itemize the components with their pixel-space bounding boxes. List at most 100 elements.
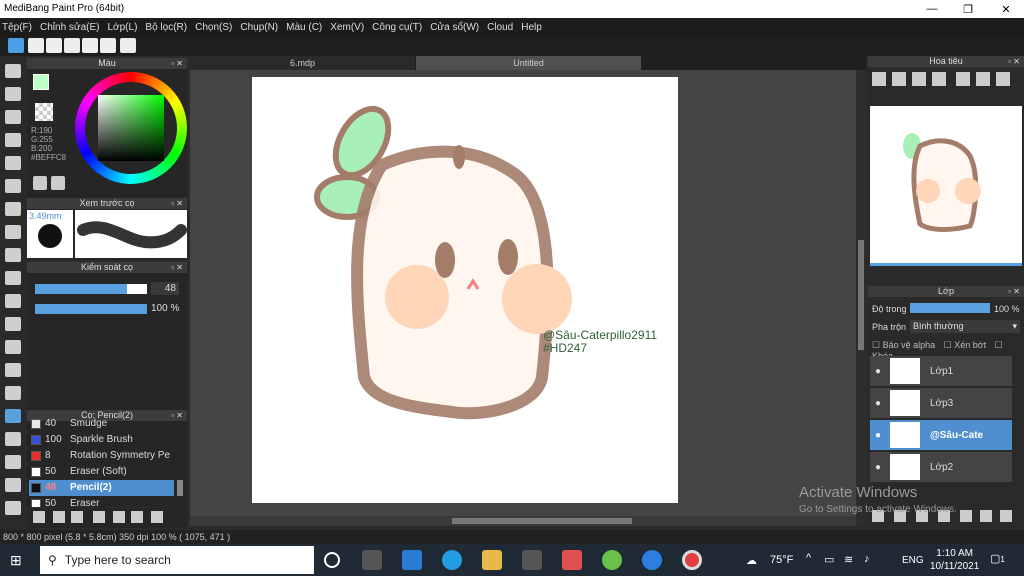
taskbar-search[interactable]: ⚲ Type here to search xyxy=(40,546,314,574)
bucket-icon[interactable] xyxy=(5,248,21,262)
add-brush-icon[interactable] xyxy=(71,511,83,523)
game-icon[interactable] xyxy=(602,550,622,570)
gradient-icon[interactable] xyxy=(5,271,21,285)
rotate-left-icon[interactable] xyxy=(956,72,970,86)
hand-drag-icon[interactable] xyxy=(5,432,21,446)
redo-icon[interactable] xyxy=(5,87,21,101)
undo-icon[interactable] xyxy=(5,64,21,78)
maximize-button[interactable]: ❐ xyxy=(950,0,986,18)
brush-list-item[interactable]: 50 Eraser (Soft) xyxy=(29,464,174,480)
pen-icon[interactable] xyxy=(5,455,21,469)
menu-item[interactable]: Công cụ(T) xyxy=(372,22,422,33)
menu-item[interactable]: Lớp(L) xyxy=(108,22,138,33)
tab-6mdp[interactable]: 6.mdp xyxy=(190,56,415,70)
lock-checkbox[interactable]: ☐ xyxy=(995,340,1003,350)
saturation-square[interactable] xyxy=(98,95,164,161)
brush-icon[interactable] xyxy=(5,110,21,124)
color-wheel[interactable] xyxy=(75,72,187,184)
chat-icon[interactable] xyxy=(64,38,80,53)
transparent-color-swatch[interactable] xyxy=(35,103,53,121)
layer-duplicate-icon[interactable] xyxy=(980,510,992,522)
brush-list-scrollbar[interactable] xyxy=(177,480,183,496)
new-brush-icon[interactable] xyxy=(53,511,65,523)
weather-icon[interactable]: ☁ xyxy=(746,554,757,567)
brush-list-item[interactable]: 100 Sparkle Brush xyxy=(29,432,174,448)
rectangle-icon[interactable] xyxy=(5,156,21,170)
text-icon[interactable] xyxy=(5,409,21,423)
menu-item[interactable]: Xem(V) xyxy=(330,22,364,33)
zoom-out-icon[interactable] xyxy=(892,72,906,86)
store-icon[interactable] xyxy=(522,550,542,570)
clipping-checkbox[interactable]: ☐ xyxy=(944,340,955,350)
menu-item[interactable]: Cửa sổ(W) xyxy=(430,22,479,33)
grid-icon[interactable] xyxy=(120,38,136,53)
color-settings-icon[interactable] xyxy=(51,176,65,190)
brush-size-slider[interactable] xyxy=(35,284,147,294)
menu-item[interactable]: Chọn(S) xyxy=(195,22,232,33)
move-icon[interactable] xyxy=(5,202,21,216)
chrome-icon[interactable] xyxy=(682,550,702,570)
close-button[interactable]: ✕ xyxy=(988,0,1024,18)
edge-icon[interactable] xyxy=(442,550,462,570)
horizontal-scrollbar[interactable] xyxy=(190,516,856,526)
hand-icon[interactable] xyxy=(5,501,21,515)
fill-rect-icon[interactable] xyxy=(5,225,21,239)
primary-color-swatch[interactable] xyxy=(33,74,49,90)
dot-icon[interactable] xyxy=(5,179,21,193)
fit-icon[interactable] xyxy=(912,72,926,86)
comment-icon[interactable] xyxy=(46,38,62,53)
list-icon[interactable] xyxy=(100,38,116,53)
page-icon[interactable] xyxy=(82,38,98,53)
volume-icon[interactable]: ♪ xyxy=(864,553,870,565)
menu-item[interactable]: Cloud xyxy=(487,22,513,33)
zalo-icon[interactable] xyxy=(642,550,662,570)
layer-settings-icon[interactable] xyxy=(1000,510,1012,522)
visibility-icon[interactable]: ● xyxy=(870,398,886,409)
navigator-preview[interactable] xyxy=(870,106,1022,266)
brush-list-item[interactable]: 48 Pencil(2) xyxy=(29,480,174,496)
notification-icon[interactable]: ▢1 xyxy=(990,552,1006,568)
drawing-canvas[interactable]: @Sâu-Caterpillo2911 #HD247 xyxy=(252,77,678,503)
zoom-in-icon[interactable] xyxy=(872,72,886,86)
actual-size-icon[interactable] xyxy=(932,72,946,86)
vertical-scrollbar[interactable] xyxy=(856,70,866,524)
eraser-icon[interactable] xyxy=(5,133,21,147)
cortana-icon[interactable] xyxy=(324,552,340,568)
network-icon[interactable]: ▭ xyxy=(824,553,834,566)
menu-item[interactable]: Chụp(N) xyxy=(240,22,278,33)
menu-item[interactable]: Tệp(F) xyxy=(2,22,32,33)
layer-opacity-slider[interactable] xyxy=(910,303,990,313)
menu-item[interactable]: Help xyxy=(521,22,542,33)
visibility-icon[interactable]: ● xyxy=(870,462,886,473)
cloud-icon[interactable] xyxy=(8,38,24,53)
layer-row[interactable]: ● Lớp1 xyxy=(870,356,1012,386)
menu-item[interactable]: Bộ lọc(R) xyxy=(145,22,187,33)
opacity-slider[interactable] xyxy=(35,304,147,314)
select-pen-icon[interactable] xyxy=(5,363,21,377)
visibility-icon[interactable]: ● xyxy=(870,430,886,441)
task-view-icon[interactable] xyxy=(362,550,382,570)
layer-folder-icon[interactable] xyxy=(960,510,972,522)
rotate-right-icon[interactable] xyxy=(976,72,990,86)
brush-size-value[interactable]: 48 xyxy=(151,282,179,295)
copy-icon[interactable] xyxy=(131,511,143,523)
share-icon[interactable] xyxy=(28,38,44,53)
cloud-brush-icon[interactable] xyxy=(33,511,45,523)
lasso-icon[interactable] xyxy=(5,317,21,331)
menu-item[interactable]: Màu (C) xyxy=(286,22,322,33)
magic-wand-icon[interactable] xyxy=(5,340,21,354)
select-rect-icon[interactable] xyxy=(5,294,21,308)
menu-item[interactable]: Chỉnh sửa(E) xyxy=(40,22,100,33)
brush-settings-icon[interactable] xyxy=(93,511,105,523)
protect-alpha-checkbox[interactable]: ☐ xyxy=(872,340,883,350)
visibility-icon[interactable]: ● xyxy=(870,366,886,377)
brush-list-item[interactable]: 40 Smudge xyxy=(29,416,174,432)
weather-temp[interactable]: 75°F xyxy=(770,554,793,566)
flip-icon[interactable] xyxy=(996,72,1010,86)
layer-row[interactable]: ● @Sâu-Cate xyxy=(870,420,1012,450)
folder-icon[interactable] xyxy=(113,511,125,523)
tray-chevron-icon[interactable]: ^ xyxy=(806,552,811,564)
eyedropper-icon[interactable] xyxy=(5,478,21,492)
app-icon[interactable] xyxy=(562,550,582,570)
windows-start-icon[interactable]: ⊞ xyxy=(10,552,26,568)
